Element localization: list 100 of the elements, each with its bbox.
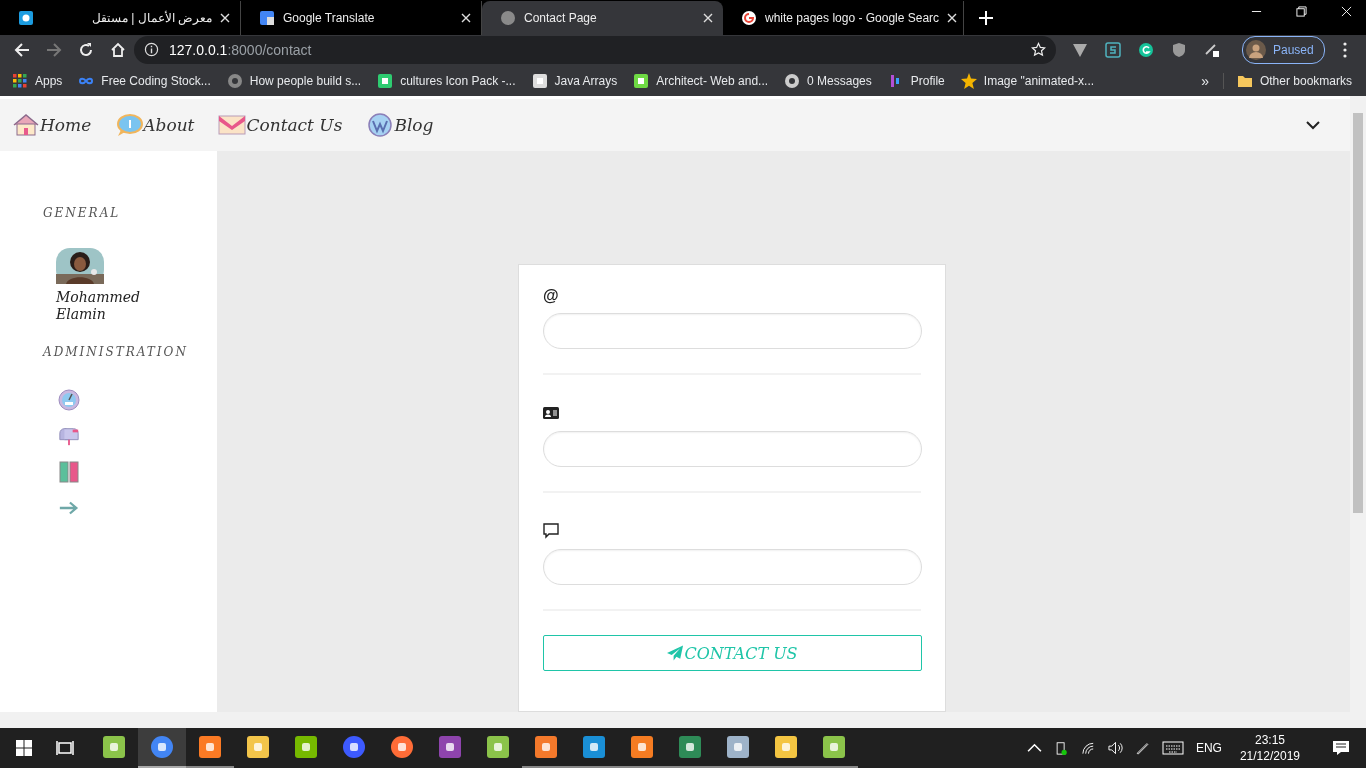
taskbar-app[interactable] (138, 728, 186, 768)
circle-icon (226, 72, 243, 89)
menu-dots-icon[interactable] (1342, 41, 1347, 58)
id-card-icon (543, 405, 559, 421)
address-bar[interactable]: 127.0.0.1:8000/contact (134, 35, 1056, 64)
wifi-icon[interactable] (1080, 741, 1096, 755)
forward-arrow-icon[interactable] (46, 41, 62, 58)
paper-plane-icon (667, 645, 685, 661)
nav-link[interactable]: About (115, 113, 195, 137)
home-icon[interactable] (110, 41, 126, 58)
circle-icon (784, 72, 801, 89)
star-icon (960, 72, 977, 89)
mailbox-icon[interactable] (58, 425, 80, 447)
nav-link[interactable]: Home (12, 113, 92, 137)
battery-icon[interactable] (1053, 741, 1069, 755)
back-arrow-icon[interactable] (14, 41, 30, 58)
square-icon (633, 72, 650, 89)
v-shape-icon[interactable] (1072, 41, 1088, 58)
user-name: Mohammed Elamin (56, 289, 141, 323)
tab-title: white pages logo - Google Searc (765, 10, 940, 25)
clock-date[interactable]: 21/12/2019 (1239, 748, 1300, 764)
grid-icon (12, 72, 28, 89)
url-text: 127.0.0.1:8000/contact (169, 41, 313, 58)
section-heading: ADMINISTRATION (43, 345, 189, 359)
app-icon (342, 735, 366, 759)
close-icon[interactable] (220, 12, 230, 23)
language-indicator[interactable]: ENG (1195, 741, 1222, 755)
app-icon (390, 735, 414, 759)
google-g-icon (741, 9, 757, 26)
tab-title: Contact Page (524, 10, 598, 25)
app-icon (630, 735, 654, 759)
avatar-icon (1246, 39, 1266, 60)
app-icon (678, 735, 702, 759)
app-icon (246, 735, 270, 759)
square-icon (531, 72, 548, 89)
bookmark-folder[interactable]: Other bookmarks (1222, 72, 1352, 89)
input-field[interactable] (543, 313, 922, 349)
wordpress-logo-icon (366, 113, 395, 137)
camera-icon (18, 9, 34, 26)
speaker-icon[interactable] (1107, 741, 1123, 755)
app-icon (774, 735, 798, 759)
app-icon (438, 735, 462, 759)
nav-link[interactable]: Blog (366, 113, 434, 137)
app-icon (150, 735, 174, 759)
app-icon (294, 735, 318, 759)
speech-bubble-icon (543, 523, 559, 539)
app-icon (726, 735, 750, 759)
pen-icon[interactable] (1134, 741, 1150, 755)
square-icon (377, 72, 394, 89)
chevron-up-icon[interactable] (1026, 741, 1042, 755)
field-label: @ (543, 287, 559, 305)
close-icon[interactable] (703, 12, 713, 23)
nav-link[interactable]: Contact Us (218, 113, 343, 137)
reload-icon[interactable] (78, 41, 94, 58)
s-square-icon[interactable] (1105, 41, 1121, 58)
browser-tab[interactable]: Contact Page (482, 0, 723, 35)
input-field[interactable] (543, 431, 922, 467)
bookmark[interactable]: How people build s... (226, 72, 362, 89)
bookmark[interactable]: Free Coding Stock... (78, 72, 211, 89)
browser-tab[interactable]: white pages logo - Google Searc (723, 0, 964, 35)
task-view-icon[interactable] (56, 740, 74, 756)
clock-time[interactable]: 23:15 (1254, 732, 1285, 748)
house-icon (12, 113, 40, 137)
chevron-down-icon[interactable] (1306, 120, 1320, 130)
pen-icon[interactable] (1204, 41, 1220, 58)
envelope-icon (218, 113, 247, 137)
shield-icon[interactable] (1171, 41, 1187, 58)
star-icon[interactable] (1031, 42, 1046, 58)
profile-button[interactable]: Paused (1242, 35, 1325, 64)
bookmark[interactable]: Profile (887, 72, 945, 89)
browser-tab[interactable]: Google Translate (241, 0, 482, 35)
bookmark[interactable]: Image "animated-x... (960, 72, 1095, 89)
notification-icon[interactable] (1332, 740, 1350, 756)
close-icon[interactable] (947, 12, 958, 23)
restore-icon[interactable] (1296, 5, 1307, 17)
tab-title: معرض الأعمال | مستقل (90, 10, 212, 25)
app-icon (102, 735, 126, 759)
panels-icon[interactable] (58, 461, 80, 483)
horizontal-scrollbar[interactable] (0, 712, 1350, 728)
app-icon (486, 735, 510, 759)
gauge-icon[interactable] (58, 389, 80, 411)
bookmark[interactable]: Architect- Web and... (633, 72, 769, 89)
circle-logo-icon[interactable] (1138, 41, 1154, 58)
input-field[interactable] (543, 549, 922, 585)
tab-title: Google Translate (283, 10, 376, 25)
app-icon (534, 735, 558, 759)
translate-icon (259, 9, 275, 26)
plus-icon[interactable] (979, 10, 993, 25)
overflow-chevrons[interactable]: » (1201, 72, 1209, 89)
bookmark[interactable]: Apps (12, 72, 63, 89)
bookmark[interactable]: 0 Messages (784, 72, 872, 89)
bookmark[interactable]: Java Arrays (531, 72, 618, 89)
app-icon (198, 735, 222, 759)
globe-icon (500, 9, 516, 26)
bookmark[interactable]: cultures Icon Pack -... (377, 72, 516, 89)
browser-tab[interactable]: معرض الأعمال | مستقل (0, 0, 241, 35)
keyboard-icon[interactable] (1161, 741, 1184, 755)
scrollbar[interactable] (1350, 96, 1366, 728)
windows-logo-icon[interactable] (16, 740, 32, 756)
close-icon[interactable] (461, 12, 471, 23)
